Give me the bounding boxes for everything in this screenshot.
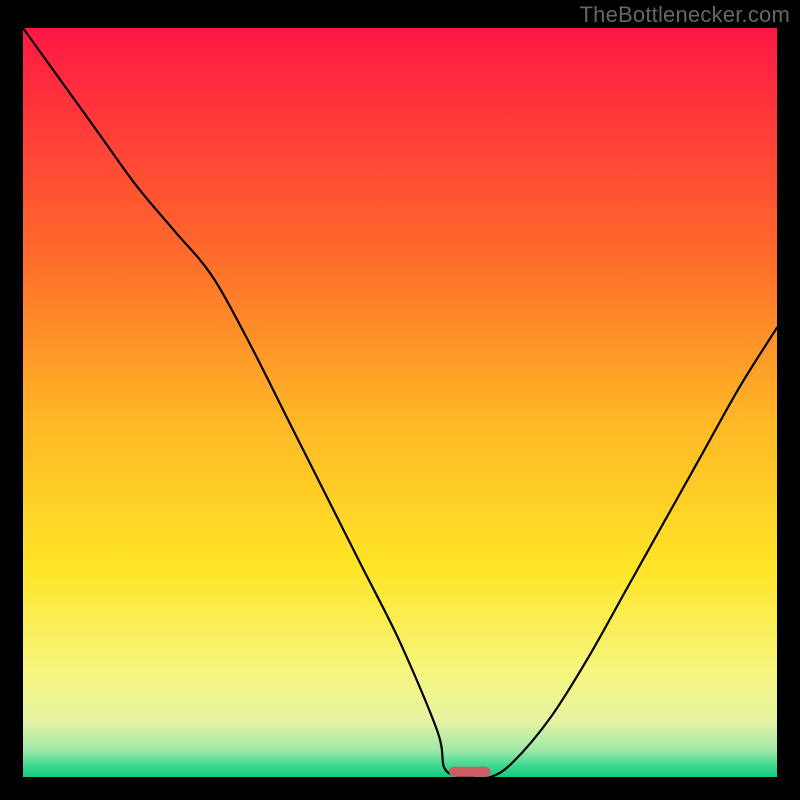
chart-background <box>23 28 777 777</box>
chart-svg <box>23 28 777 777</box>
optimal-marker <box>449 767 490 777</box>
plot-area <box>23 28 777 777</box>
chart-frame: TheBottlenecker.com <box>0 0 800 800</box>
watermark-text: TheBottlenecker.com <box>580 2 790 28</box>
